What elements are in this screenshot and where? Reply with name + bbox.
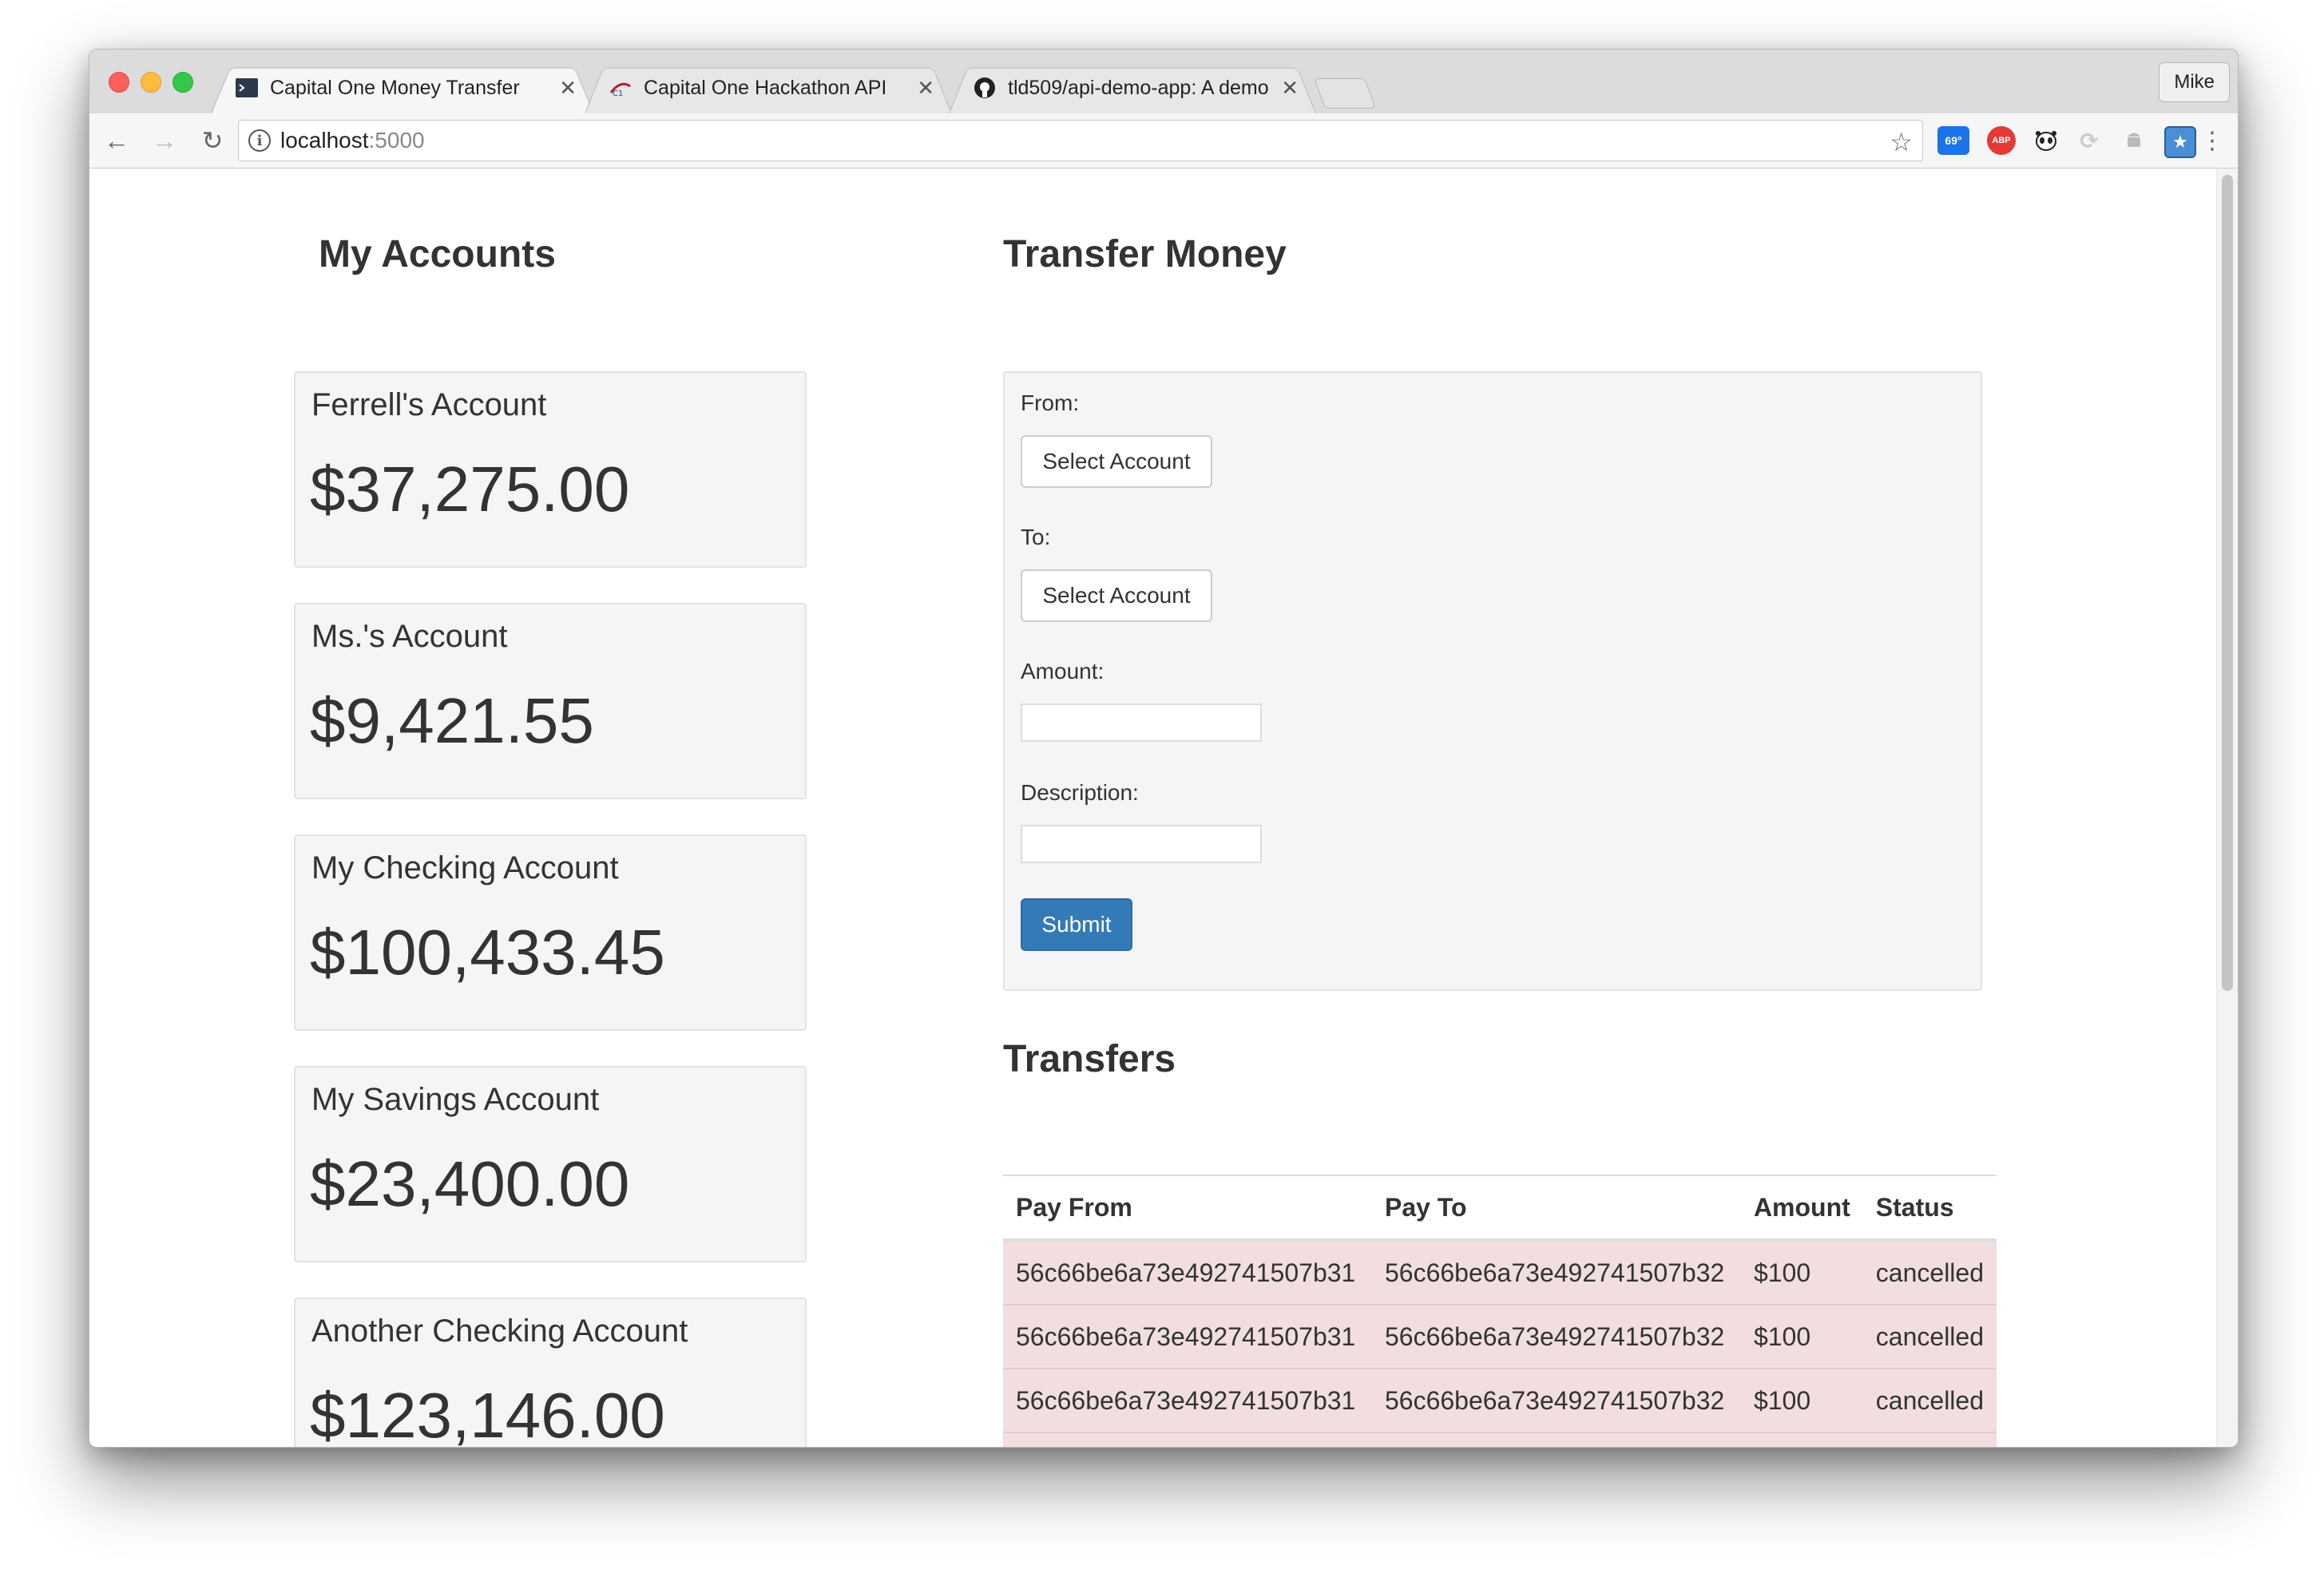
cell-status: cancelled [1862,1239,1997,1305]
cell-pay-from: 56c66be6a73e492741507b31 [1003,1368,1372,1432]
submit-button[interactable]: Submit [1021,898,1132,951]
cell-pay-from: 56c66be6a73e492741507b31 [1003,1239,1372,1305]
window-maximize-button[interactable] [173,72,193,93]
sync-icon[interactable]: ⟳ [2075,126,2104,155]
column-header-pay-from: Pay From [1003,1175,1372,1242]
capital-one-icon: C1 [609,76,633,100]
adblock-label: ABP [1992,136,2011,145]
terminal-icon [235,76,259,100]
account-balance: $123,146.00 [310,1380,665,1447]
account-card: My Checking Account $100,433.45 [294,834,807,1031]
browser-toolbar: ← → ↻ i localhost:5000 ☆ 69° ABP ⟳ ★ ⋮ [89,113,2238,168]
transfers-table: Pay From Pay To Amount Status 56c66be6a7… [1003,1175,1997,1447]
browser-window: Capital One Money Transfer ✕ C1 Capital … [89,49,2239,1448]
cell-amount: $0 [1740,1432,1863,1447]
from-label: From: [1021,390,1080,415]
back-arrow-icon[interactable]: ← [101,125,133,157]
new-tab-button[interactable] [1314,78,1376,109]
description-label: Description: [1021,780,1139,805]
column-header-pay-to: Pay To [1371,1175,1741,1242]
url-port: :5000 [368,128,425,153]
info-icon[interactable]: i [248,129,271,152]
account-balance: $23,400.00 [310,1148,630,1219]
scrollbar-thumb[interactable] [2222,175,2233,991]
tab-close-icon[interactable]: ✕ [559,76,577,101]
amount-label: Amount: [1021,659,1104,683]
account-balance: $100,433.45 [310,917,665,988]
tab-close-icon[interactable]: ✕ [917,76,934,101]
menu-kebab-icon[interactable]: ⋮ [2196,125,2228,157]
cell-pay-to: 56c66be6a73e492741507b32 [1371,1239,1741,1305]
panda-icon[interactable] [2032,126,2060,155]
cell-amount: $100 [1740,1239,1863,1305]
reload-icon[interactable]: ↻ [196,125,228,157]
transfers-heading: Transfers [1003,1038,1176,1080]
cell-pay-to: 56c66be6a73e492741507b32 [1371,1432,1741,1447]
transfer-form: From: Select Account To: Select Account … [1003,371,1982,991]
account-name: Ferrell's Account [311,387,547,422]
tab-github-api-demo-app[interactable]: tld509/api-demo-app: A demo ✕ [949,62,1316,113]
accounts-heading: My Accounts [319,233,556,275]
tab-capital-one-hackathon-api[interactable]: C1 Capital One Hackathon API ✕ [585,62,952,113]
weather-icon[interactable]: 69° [1937,126,1969,155]
page-content: My Accounts Ferrell's Account $37,275.00… [89,168,2238,1447]
window-minimize-button[interactable] [141,72,161,93]
address-bar[interactable]: i localhost:5000 ☆ [238,120,1923,161]
account-balance: $9,421.55 [310,685,594,756]
account-card: Ms.'s Account $9,421.55 [294,603,807,799]
github-icon [973,76,997,100]
amount-input[interactable] [1021,703,1262,742]
cell-status: cancelled [1862,1304,1997,1369]
tab-capital-one-money-transfer[interactable]: Capital One Money Transfer ✕ [211,62,594,113]
android-icon[interactable] [2120,126,2148,155]
adblock-icon[interactable]: ABP [1987,126,2016,155]
account-card: Ferrell's Account $37,275.00 [294,371,807,568]
cell-status: cancelled [1862,1368,1997,1432]
to-label: To: [1021,525,1051,549]
tab-close-icon[interactable]: ✕ [1281,76,1299,101]
cell-amount: $100 [1740,1304,1863,1369]
account-name: Ms.'s Account [311,619,508,654]
cell-status: cancelled [1862,1432,1997,1447]
table-row: 56c66be6a73e492741507b31 56c66be6a73e492… [1003,1432,1997,1447]
forward-arrow-icon[interactable]: → [149,125,180,157]
table-row: 56c66be6a73e492741507b31 56c66be6a73e492… [1003,1304,1997,1369]
table-header-row: Pay From Pay To Amount Status [1003,1175,1997,1242]
svg-text:C1: C1 [613,89,623,97]
window-close-button[interactable] [109,72,129,93]
column-header-amount: Amount [1740,1175,1863,1242]
url-host: localhost [280,128,369,153]
weather-temp: 69° [1945,134,1962,147]
cell-pay-to: 56c66be6a73e492741507b32 [1371,1368,1741,1432]
account-name: Another Checking Account [311,1313,688,1349]
table-row: 56c66be6a73e492741507b31 56c66be6a73e492… [1003,1239,1997,1305]
cell-pay-from: 56c66be6a73e492741507b31 [1003,1432,1372,1447]
column-header-status: Status [1862,1175,1997,1242]
title-bar: Capital One Money Transfer ✕ C1 Capital … [89,50,2238,113]
cell-amount: $100 [1740,1368,1863,1432]
cell-pay-from: 56c66be6a73e492741507b31 [1003,1304,1372,1369]
tab-title: Capital One Hackathon API [644,76,887,99]
account-card: Another Checking Account $123,146.00 [294,1298,807,1447]
account-balance: $37,275.00 [310,454,630,525]
from-account-select-button[interactable]: Select Account [1021,435,1212,488]
cell-pay-to: 56c66be6a73e492741507b32 [1371,1304,1741,1369]
account-card: My Savings Account $23,400.00 [294,1066,807,1262]
tab-title: tld509/api-demo-app: A demo [1008,76,1269,99]
bookmark-icon[interactable]: ★ [2164,126,2196,158]
to-account-select-button[interactable]: Select Account [1021,569,1212,622]
table-row: 56c66be6a73e492741507b31 56c66be6a73e492… [1003,1368,1997,1432]
page-scrollbar[interactable] [2216,168,2238,1447]
bookmark-star-icon[interactable]: ☆ [1890,127,1913,157]
transfer-heading: Transfer Money [1003,233,1287,275]
description-input[interactable] [1021,825,1262,863]
account-name: My Checking Account [311,850,619,886]
account-name: My Savings Account [311,1082,600,1117]
profile-button[interactable]: Mike [2159,62,2230,102]
tab-title: Capital One Money Transfer [270,76,520,99]
